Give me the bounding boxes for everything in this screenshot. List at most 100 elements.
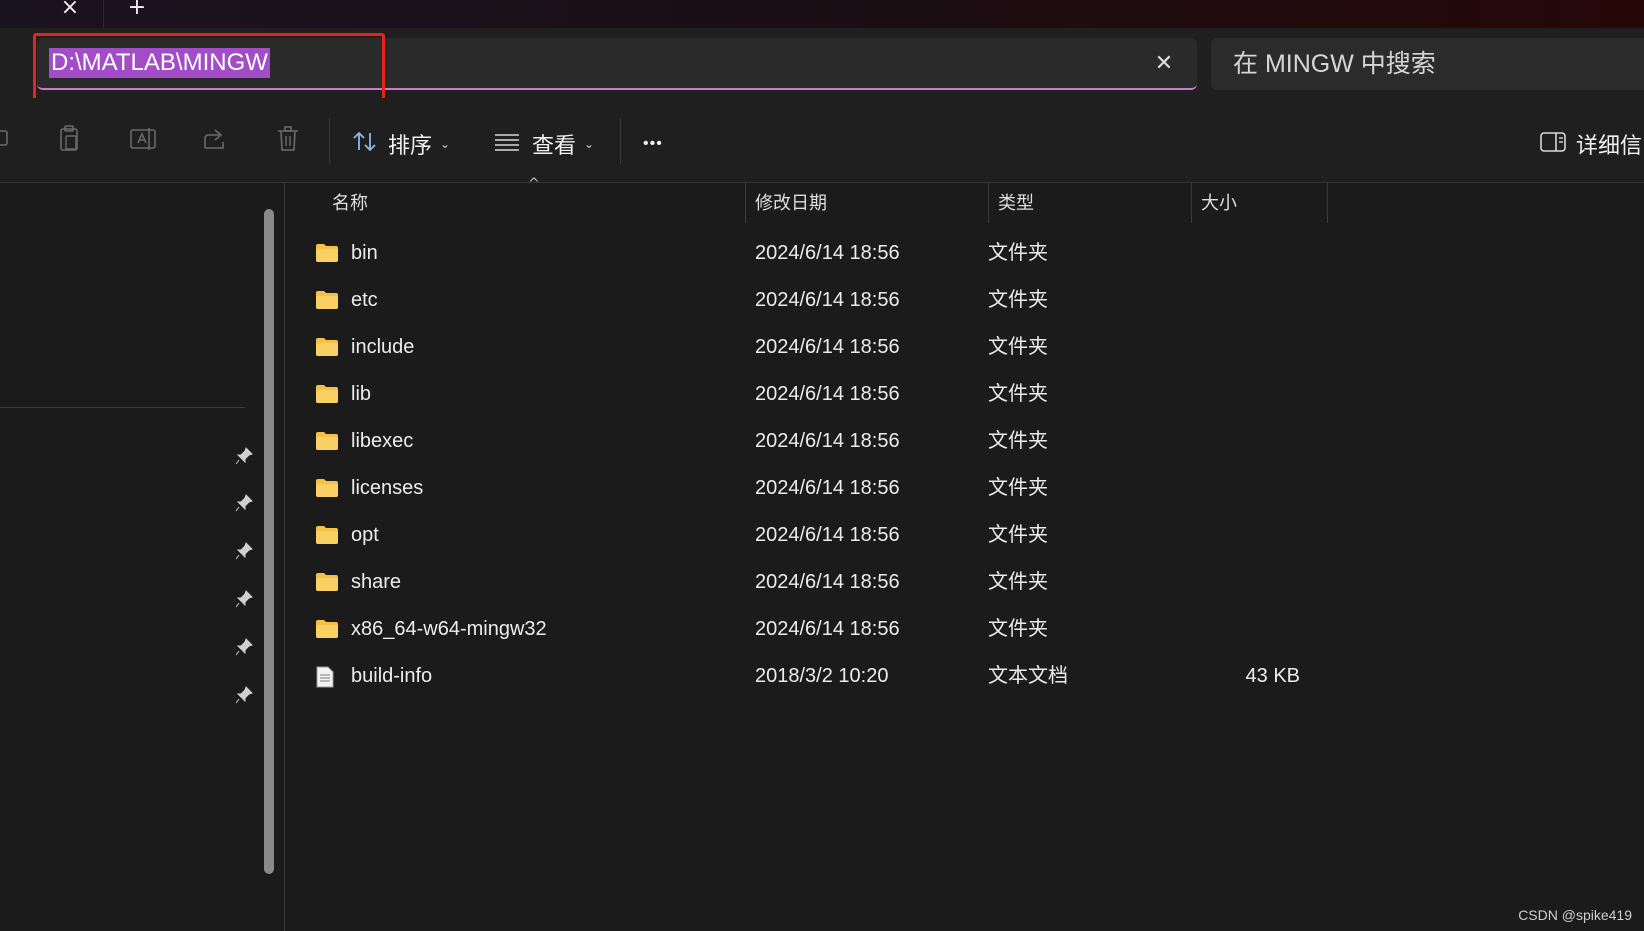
file-size (1190, 512, 1300, 559)
pin-icon[interactable] (234, 446, 254, 466)
file-type: 文件夹 (988, 430, 1048, 452)
folder-icon (315, 619, 339, 639)
details-pane-icon (1540, 131, 1566, 157)
share-icon[interactable] (198, 122, 232, 156)
rename-icon[interactable] (126, 122, 160, 156)
file-size (1190, 606, 1300, 653)
search-input[interactable]: 在 MINGW 中搜索 (1211, 38, 1644, 90)
watermark: CSDN @spike419 (1518, 907, 1632, 923)
file-modified-date: 2024/6/14 18:56 (755, 618, 900, 640)
folder-icon (315, 478, 339, 498)
file-row[interactable]: build-info 2018/3/2 10:20 文本文档 43 KB (290, 653, 1320, 700)
folder-icon (315, 431, 339, 451)
chevron-down-icon: ⌄ (584, 137, 595, 151)
search-placeholder: 在 MINGW 中搜索 (1233, 50, 1436, 78)
file-type: 文件夹 (988, 618, 1048, 640)
folder-icon (315, 337, 339, 357)
file-row[interactable]: etc 2024/6/14 18:56 文件夹 (290, 277, 1320, 324)
view-label: 查看 (532, 133, 577, 158)
file-modified-date: 2024/6/14 18:56 (755, 477, 900, 499)
sort-button[interactable]: 排序 ⌄ (352, 126, 450, 162)
file-modified-date: 2024/6/14 18:56 (755, 571, 900, 593)
file-modified-date: 2024/6/14 18:56 (755, 383, 900, 405)
file-name: build-info (351, 665, 433, 687)
file-type: 文件夹 (988, 383, 1048, 405)
title-bar: × + (0, 0, 1644, 28)
new-item-icon[interactable] (0, 122, 20, 156)
file-size (1190, 559, 1300, 606)
nav-scrollbar[interactable] (264, 209, 274, 874)
pin-icon[interactable] (234, 589, 254, 609)
file-modified-date: 2018/3/2 10:20 (755, 665, 889, 687)
file-row[interactable]: share 2024/6/14 18:56 文件夹 (290, 559, 1320, 606)
text-document-icon (315, 666, 339, 688)
file-name: x86_64-w64-mingw32 (351, 618, 547, 640)
folder-icon (315, 243, 339, 263)
pin-icon[interactable] (234, 493, 254, 513)
file-modified-date: 2024/6/14 18:56 (755, 524, 900, 546)
file-size (1190, 230, 1300, 277)
column-header-modified[interactable]: 修改日期 (755, 183, 827, 223)
file-row[interactable]: x86_64-w64-mingw32 2024/6/14 18:56 文件夹 (290, 606, 1320, 653)
folder-icon (315, 290, 339, 310)
folder-icon (315, 525, 339, 545)
pin-icon[interactable] (234, 685, 254, 705)
file-name: bin (351, 242, 378, 264)
file-size (1190, 465, 1300, 512)
more-options-button[interactable]: ••• (643, 126, 663, 162)
file-row[interactable]: lib 2024/6/14 18:56 文件夹 (290, 371, 1320, 418)
file-modified-date: 2024/6/14 18:56 (755, 242, 900, 264)
file-type: 文件夹 (988, 242, 1048, 264)
file-type: 文本文档 (988, 665, 1068, 687)
file-type: 文件夹 (988, 289, 1048, 311)
pin-icon[interactable] (234, 541, 254, 561)
tab-divider (103, 0, 104, 28)
file-row[interactable]: bin 2024/6/14 18:56 文件夹 (290, 230, 1320, 277)
file-row[interactable]: licenses 2024/6/14 18:56 文件夹 (290, 465, 1320, 512)
file-type: 文件夹 (988, 336, 1048, 358)
column-header-size[interactable]: 大小 (1201, 183, 1237, 223)
column-divider[interactable] (745, 183, 746, 223)
column-divider[interactable] (1327, 183, 1328, 223)
file-size (1190, 418, 1300, 465)
file-name: include (351, 336, 415, 358)
column-header-name[interactable]: 名称 (332, 183, 368, 223)
file-type: 文件夹 (988, 524, 1048, 546)
column-header-type[interactable]: 类型 (998, 183, 1034, 223)
file-row[interactable]: libexec 2024/6/14 18:56 文件夹 (290, 418, 1320, 465)
file-size (1190, 371, 1300, 418)
view-button[interactable]: 查看 ⌄ (494, 126, 594, 162)
nav-divider (0, 407, 245, 408)
file-name: share (351, 571, 402, 593)
file-size (1190, 277, 1300, 324)
column-divider[interactable] (1191, 183, 1192, 223)
file-size: 43 KB (1245, 665, 1300, 687)
toolbar-divider (329, 118, 330, 164)
file-type: 文件夹 (988, 571, 1048, 593)
details-pane-button[interactable]: 详细信 (1540, 126, 1642, 162)
file-name: licenses (351, 477, 424, 499)
toolbar-divider (620, 118, 621, 164)
view-list-icon (494, 132, 520, 156)
sort-ascending-indicator: ^ (528, 176, 540, 192)
paste-icon[interactable] (52, 122, 86, 156)
new-tab-button[interactable]: + (122, 0, 152, 22)
folder-icon (315, 572, 339, 592)
delete-icon[interactable] (271, 122, 305, 156)
pin-icon[interactable] (234, 637, 254, 657)
sort-label: 排序 (388, 133, 433, 158)
sort-icon (352, 130, 378, 158)
file-name: libexec (351, 430, 414, 452)
file-modified-date: 2024/6/14 18:56 (755, 430, 900, 452)
file-row[interactable]: include 2024/6/14 18:56 文件夹 (290, 324, 1320, 371)
file-modified-date: 2024/6/14 18:56 (755, 336, 900, 358)
file-modified-date: 2024/6/14 18:56 (755, 289, 900, 311)
more-icon: ••• (643, 135, 663, 152)
details-label: 详细信 (1576, 133, 1643, 158)
tab-close-button[interactable]: × (55, 0, 85, 22)
folder-icon (315, 384, 339, 404)
command-bar (0, 98, 1644, 183)
address-clear-button[interactable]: ✕ (1149, 48, 1179, 78)
column-divider[interactable] (988, 183, 989, 223)
file-row[interactable]: opt 2024/6/14 18:56 文件夹 (290, 512, 1320, 559)
